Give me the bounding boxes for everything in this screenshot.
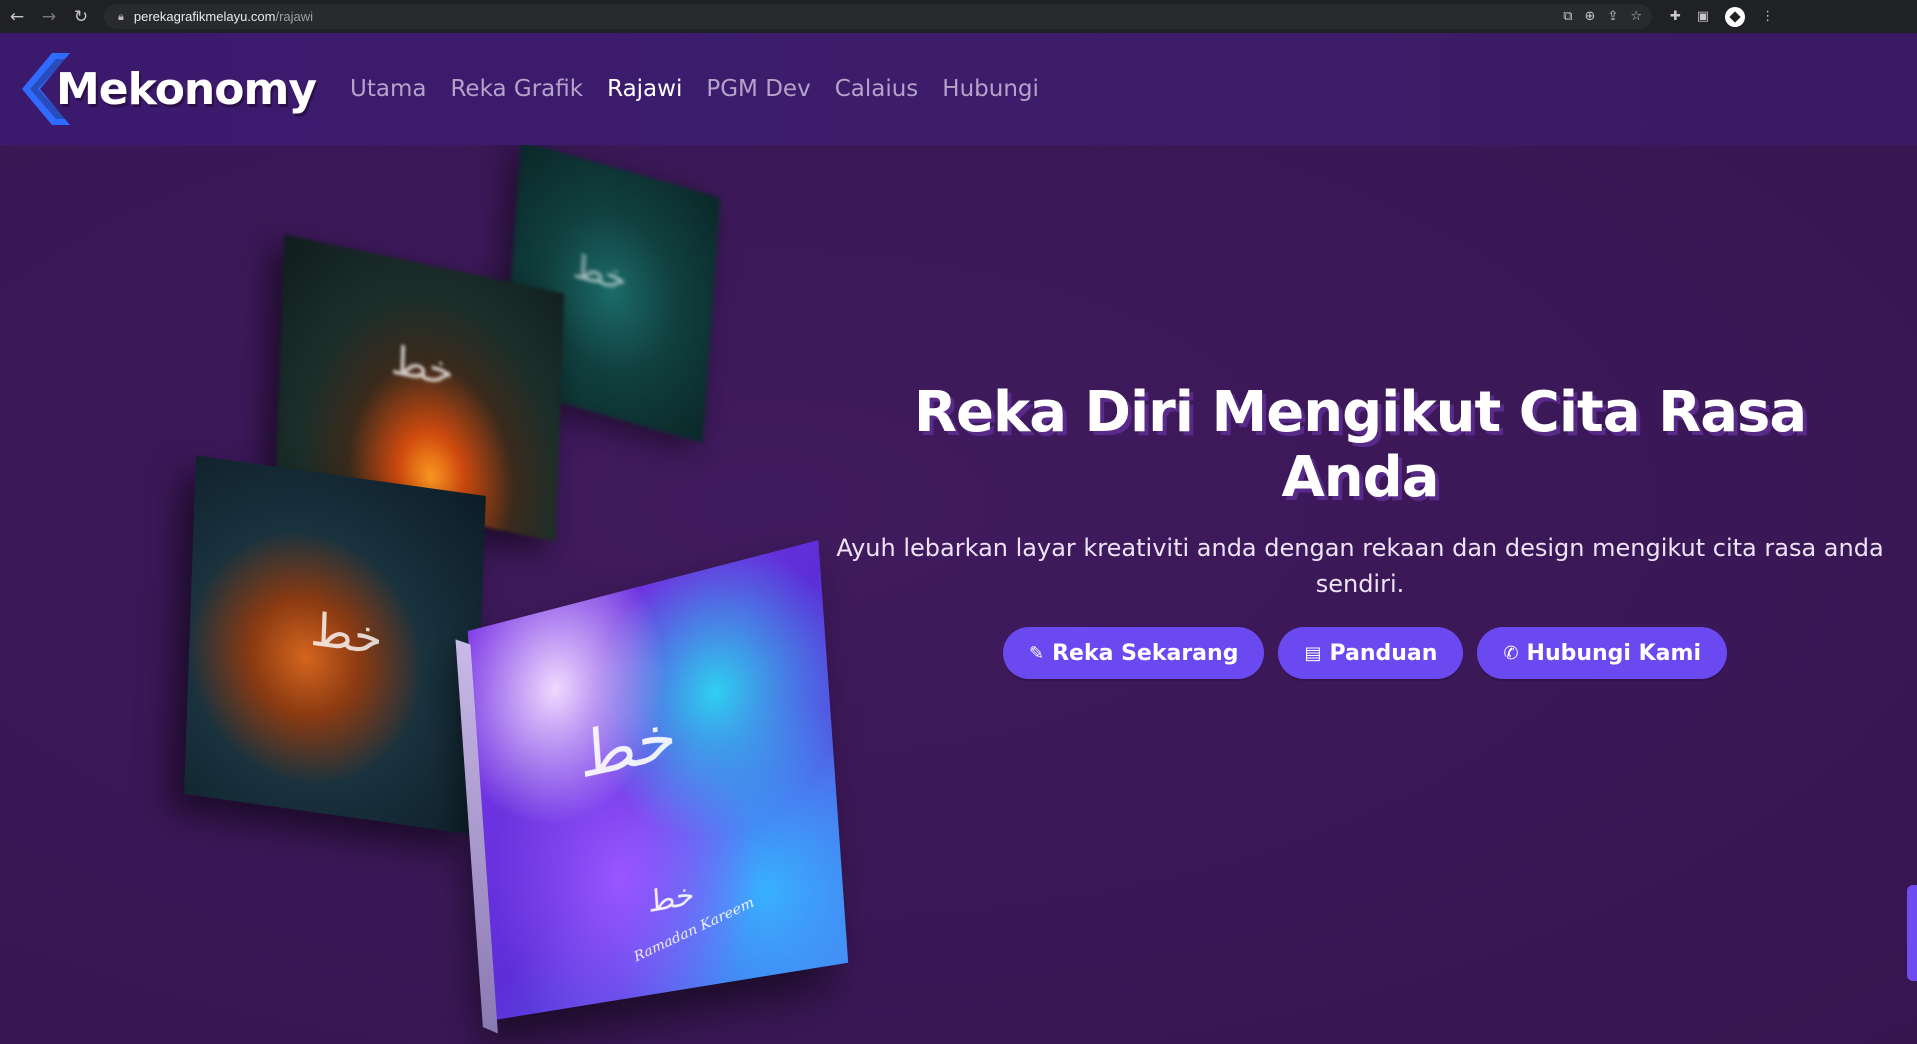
hero-buttons: ✎ Reka Sekarang ▤ Panduan ✆ Hubungi Kami [830, 627, 1890, 679]
phone-icon: ✆ [1503, 642, 1519, 664]
hero-title: Reka Diri Mengikut Cita Rasa Anda [913, 380, 1807, 510]
panduan-label: Panduan [1329, 640, 1438, 666]
document-icon: ▤ [1304, 642, 1322, 664]
hubungi-kami-label: Hubungi Kami [1526, 640, 1701, 666]
extensions-icon[interactable]: ✚ [1670, 9, 1681, 24]
nav-reka-grafik[interactable]: Reka Grafik [450, 76, 583, 102]
menu-kebab-icon[interactable]: ⋮ [1761, 9, 1774, 24]
logo-text: Mekonomy [56, 63, 317, 115]
hubungi-kami-button[interactable]: ✆ Hubungi Kami [1477, 627, 1727, 679]
site-logo[interactable]: Mekonomy [22, 53, 317, 125]
share-icon[interactable]: ⇪ [1607, 9, 1618, 24]
nav-calaius[interactable]: Calaius [835, 76, 919, 102]
lock-icon[interactable]: 🔒︎ [118, 10, 124, 24]
reka-sekarang-label: Reka Sekarang [1052, 640, 1239, 666]
site-header: Mekonomy Utama Reka Grafik Rajawi PGM De… [0, 33, 1917, 145]
calligraphy-decoration: خط [309, 601, 384, 666]
book-mockup-purple-smoke: خط خط Ramadan Kareem [455, 540, 849, 1034]
reload-icon[interactable]: ↻ [66, 2, 96, 32]
book-mockup-orange-leaf: خط [184, 455, 486, 835]
nav-utama[interactable]: Utama [350, 76, 426, 102]
bookmark-star-icon[interactable]: ☆ [1630, 9, 1642, 24]
back-icon[interactable]: ← [2, 2, 32, 32]
calligraphy-decoration: خط [576, 699, 680, 794]
panduan-button[interactable]: ▤ Panduan [1278, 627, 1464, 679]
edit-icon: ✎ [1029, 642, 1045, 664]
hero-subtitle: Ayuh lebarkan layar kreativiti anda deng… [836, 534, 1884, 598]
url-host: perekagrafikmelayu.com [133, 9, 276, 24]
calligraphy-decoration: خط [646, 876, 696, 921]
hero-content: Reka Diri Mengikut Cita Rasa Anda Ayuh l… [830, 380, 1890, 679]
translate-icon[interactable]: ⧉ [1563, 9, 1572, 24]
nav-pgm-dev[interactable]: PGM Dev [706, 76, 810, 102]
profile-icon[interactable] [1725, 6, 1746, 27]
calligraphy-decoration: خط [571, 246, 628, 301]
browser-toolbar: ← → ↻ 🔒︎ perekagrafikmelayu.com/rajawi ⧉… [0, 0, 1917, 33]
nav-rajawi[interactable]: Rajawi [607, 76, 682, 102]
reka-sekarang-button[interactable]: ✎ Reka Sekarang [1003, 627, 1265, 679]
sidepanel-icon[interactable]: ▣ [1697, 9, 1709, 24]
main-nav: Utama Reka Grafik Rajawi PGM Dev Calaius… [350, 76, 1039, 102]
zoom-icon[interactable]: ⊕ [1585, 9, 1596, 24]
forward-icon[interactable]: → [34, 2, 64, 32]
nav-hubungi[interactable]: Hubungi [942, 76, 1039, 102]
hero-section: خط خط خط خط خط Ramadan Kareem Reka Diri … [0, 145, 1917, 1044]
side-scroll-tab[interactable] [1907, 885, 1917, 981]
calligraphy-decoration: خط [389, 336, 455, 396]
url-path: /rajawi [275, 9, 314, 24]
book-spine [455, 639, 498, 1034]
address-bar[interactable]: 🔒︎ perekagrafikmelayu.com/rajawi ⧉ ⊕ ⇪ ☆ [104, 4, 1652, 29]
